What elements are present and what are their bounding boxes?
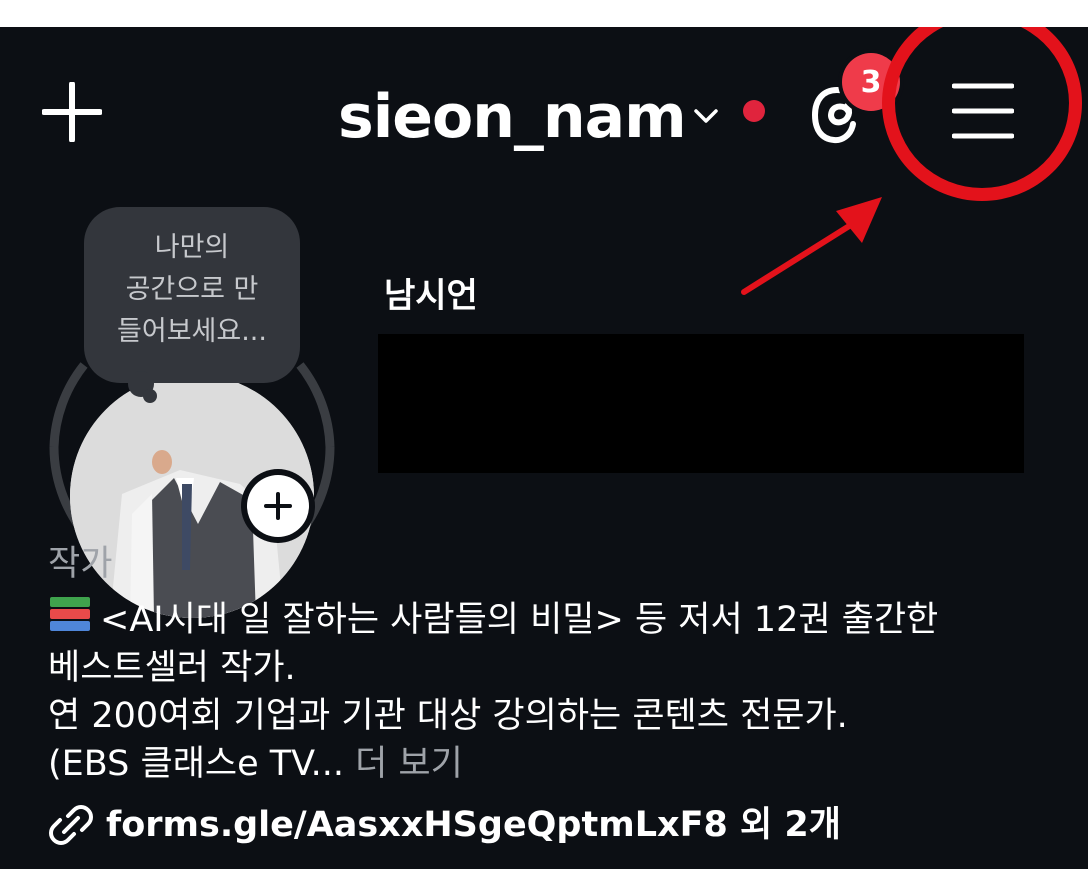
bio-line-2: 베스트셀러 작가.	[48, 648, 296, 688]
redacted-stats-area	[378, 334, 1024, 473]
account-username[interactable]: sieon_nam	[338, 82, 687, 152]
note-bubble[interactable]: 나만의 공간으로 만 들어보세요...	[84, 207, 300, 383]
thought-dot-small	[143, 389, 157, 403]
plus-icon	[264, 492, 292, 520]
plus-icon	[41, 81, 103, 143]
bio-line-4-text: (EBS 클래스e TV...	[48, 744, 344, 784]
note-bubble-text: 나만의 공간으로 만 들어보세요...	[117, 232, 267, 347]
display-name: 남시언	[384, 276, 478, 316]
highlight-circle-annotation	[882, 27, 1082, 201]
profile-bio: <AI시대 일 잘하는 사람들의 비밀> 등 저서 12권 출간한 베스트셀러 …	[48, 595, 1058, 788]
profile-category: 작가	[48, 544, 113, 584]
add-story-button[interactable]	[247, 475, 309, 537]
highlight-arrow-annotation	[741, 197, 882, 295]
profile-screen: sieon_nam 3 나만의 공간으로 만 들어보세요... 남시언 작가 <…	[0, 27, 1088, 869]
account-switch-dropdown[interactable]	[692, 102, 720, 130]
bio-line-4: (EBS 클래스e TV... 더 보기	[48, 740, 1058, 788]
new-activity-dot	[743, 100, 765, 122]
bio-line-1: <AI시대 일 잘하는 사람들의 비밀> 등 저서 12권 출간한	[48, 595, 1058, 644]
bio-line-3: 연 200여회 기업과 기관 대상 강의하는 콘텐츠 전문가.	[48, 696, 848, 736]
profile-link[interactable]: forms.gle/AasxxHSgeQptmLxF8 외 2개	[48, 800, 841, 850]
bio-more-link[interactable]: 더 보기	[355, 744, 463, 784]
link-icon	[49, 805, 93, 845]
books-icon	[48, 595, 92, 635]
chevron-down-icon	[694, 109, 718, 123]
create-plus-button[interactable]	[41, 81, 103, 143]
bio-line-1-text: <AI시대 일 잘하는 사람들의 비밀> 등 저서 12권 출간한	[100, 600, 939, 640]
profile-link-text[interactable]: forms.gle/AasxxHSgeQptmLxF8 외 2개	[106, 800, 841, 850]
